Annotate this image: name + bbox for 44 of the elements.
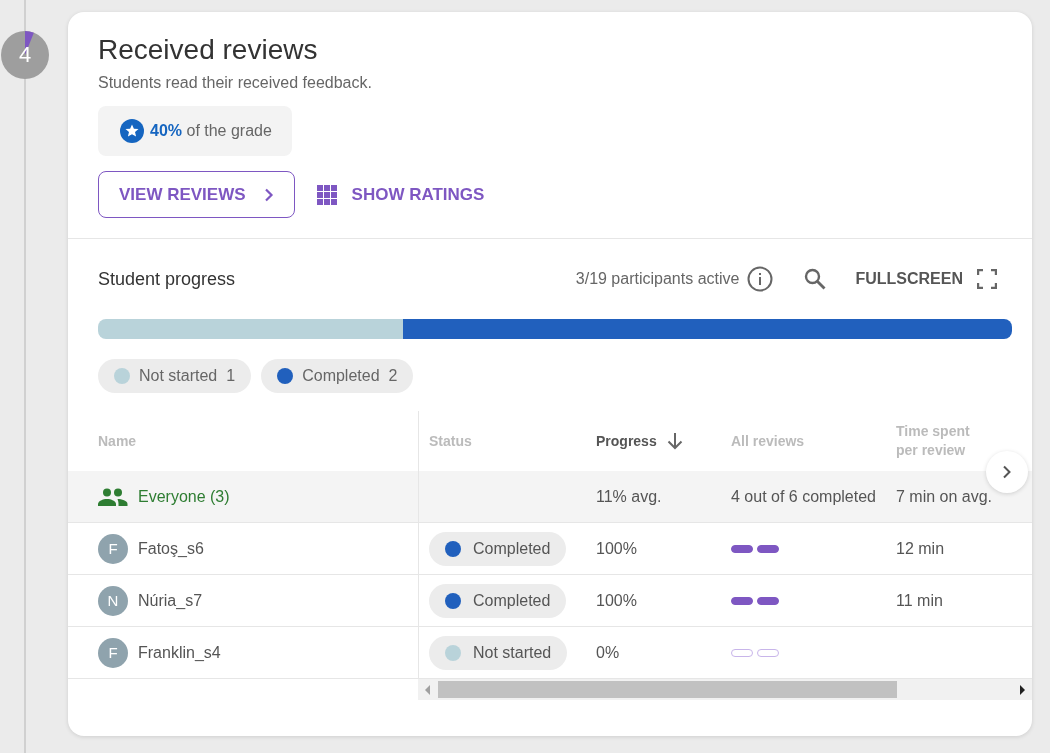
status-label: Completed [473, 591, 551, 610]
show-ratings-button[interactable]: SHOW RATINGS [316, 184, 485, 205]
horizontal-scrollbar[interactable] [418, 679, 1032, 700]
avatar: N [98, 585, 128, 616]
info-icon[interactable] [747, 266, 774, 292]
scroll-right-icon[interactable] [1018, 684, 1026, 695]
chevron-right-icon [1002, 465, 1012, 479]
legend-chip[interactable]: Not started 1 [98, 359, 252, 393]
avatar: F [98, 637, 128, 668]
student-name[interactable]: Franklin_s4 [138, 643, 221, 662]
table-cell: 100% [596, 591, 637, 610]
table-cell: 11% avg. [596, 487, 662, 506]
table-cell: 0% [596, 643, 620, 662]
chevron-right-icon [263, 187, 274, 202]
people-icon [98, 487, 128, 506]
table-cell: 11 min [896, 591, 943, 610]
student-name[interactable]: Núria_s7 [138, 591, 203, 610]
participants-text: 3/19 participants active [575, 270, 740, 288]
fullscreen-icon [977, 269, 997, 289]
status-label: Not started [473, 643, 552, 662]
table-cell: 12 min [896, 539, 945, 558]
grade-text: 40% of the grade [150, 122, 272, 140]
table-cell: 7 min on avg. [896, 487, 993, 506]
legend-label: Completed [302, 367, 380, 385]
sort-down-icon[interactable] [666, 432, 683, 450]
card-subtitle: Students read their received feedback. [98, 74, 373, 92]
search-icon[interactable] [803, 267, 828, 291]
avatar: F [98, 533, 128, 564]
step-number: 4 [17, 41, 33, 69]
legend-count: 1 [226, 367, 236, 385]
card-title: Received reviews [98, 34, 319, 66]
column-header[interactable]: Progress [596, 433, 657, 449]
view-reviews-button[interactable]: VIEW REVIEWS [98, 171, 295, 218]
section-title: Student progress [98, 268, 236, 290]
legend-chip[interactable]: Completed 2 [261, 359, 414, 393]
table-cell: 100% [596, 539, 637, 558]
grid-icon [316, 184, 337, 205]
legend-count: 2 [388, 367, 398, 385]
group-name[interactable]: Everyone (3) [138, 487, 230, 506]
table-cell: 4 out of 6 completed [731, 487, 876, 506]
student-name[interactable]: Fatoş_s6 [138, 539, 204, 558]
status-label: Completed [473, 539, 551, 558]
legend-label: Not started [139, 367, 218, 385]
fullscreen-button[interactable]: FULLSCREEN [855, 269, 1012, 289]
